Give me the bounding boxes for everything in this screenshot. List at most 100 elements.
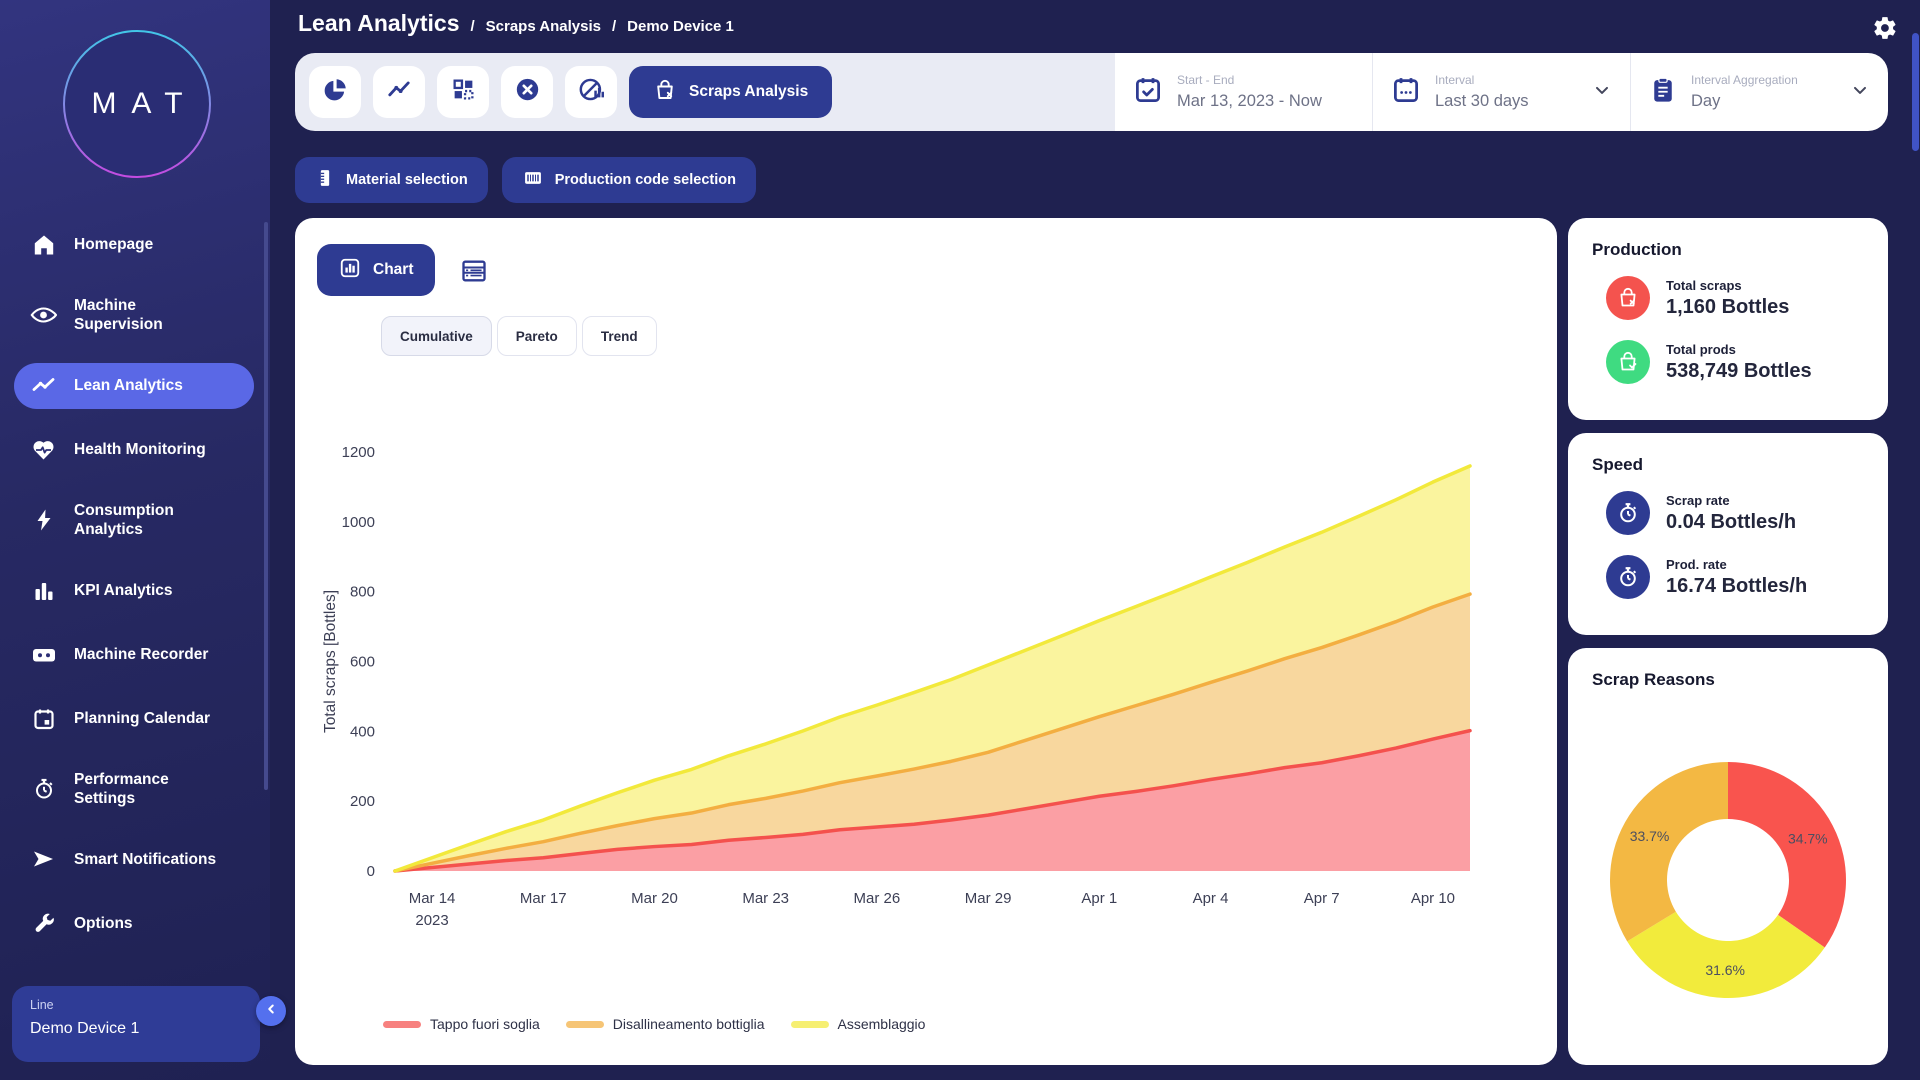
interval-aggregation-label: Interval Aggregation <box>1691 73 1798 87</box>
x-circle-icon <box>514 76 541 108</box>
svg-text:800: 800 <box>350 584 375 601</box>
speed-title: Speed <box>1592 455 1888 475</box>
svg-text:400: 400 <box>350 723 375 740</box>
legend-item[interactable]: Tappo fuori soglia <box>383 1016 540 1032</box>
svg-text:Apr 10: Apr 10 <box>1411 890 1455 907</box>
breadcrumb: Lean Analytics / Scraps Analysis / Demo … <box>298 10 734 37</box>
interval-control[interactable]: Interval Last 30 days <box>1372 53 1630 131</box>
analysis-nodata-button[interactable] <box>565 66 617 118</box>
tab-trend[interactable]: Trend <box>582 316 657 356</box>
calendar-icon <box>30 706 57 732</box>
scraps-analysis-button[interactable]: Scraps Analysis <box>629 66 832 118</box>
sidebar-item-consumption-analytics[interactable]: Consumption Analytics <box>14 491 254 550</box>
home-icon <box>30 232 57 258</box>
stopwatch-icon <box>1606 555 1650 599</box>
sidebar-item-machine-recorder[interactable]: Machine Recorder <box>14 632 254 678</box>
settings-gear-icon[interactable] <box>1872 15 1898 41</box>
analysis-grid-button[interactable] <box>437 66 489 118</box>
breadcrumb-scraps-analysis[interactable]: Scraps Analysis <box>486 18 601 35</box>
cassette-icon <box>30 642 57 668</box>
time-controls: Start - End Mar 13, 2023 - Now Interval … <box>1115 53 1888 131</box>
sidebar-item-planning-calendar[interactable]: Planning Calendar <box>14 696 254 742</box>
chart-button-label: Chart <box>373 261 413 279</box>
lightning-icon <box>30 507 57 533</box>
sidebar: MAT Homepage Machine Supervision Lean An… <box>0 0 270 1080</box>
trend-line-icon <box>30 373 57 399</box>
breadcrumb-separator: / <box>612 18 616 35</box>
calendar-check-icon <box>1133 75 1163 110</box>
legend-swatch <box>383 1021 421 1028</box>
clipboard-icon <box>1649 76 1677 109</box>
svg-text:Mar 20: Mar 20 <box>631 890 678 907</box>
cumulative-area-chart: 020040060080010001200Mar 142023Mar 17Mar… <box>315 368 1505 993</box>
device-selector-card[interactable]: Line Demo Device 1 <box>12 986 260 1062</box>
page-scrollbar[interactable] <box>1912 33 1919 151</box>
calendar-dots-icon <box>1391 75 1421 110</box>
sidebar-nav: Homepage Machine Supervision Lean Analyt… <box>0 222 270 964</box>
logo-text: MAT <box>76 87 197 121</box>
wrench-icon <box>30 910 57 936</box>
legend-item[interactable]: Assemblaggio <box>791 1016 926 1032</box>
interval-label: Interval <box>1435 73 1529 87</box>
analysis-pie-button[interactable] <box>309 66 361 118</box>
slashed-chart-icon <box>578 76 605 108</box>
bag-x-icon <box>653 78 677 107</box>
svg-text:200: 200 <box>350 793 375 810</box>
grid-icon <box>451 77 476 107</box>
device-line-label: Line <box>30 998 242 1012</box>
tab-pareto[interactable]: Pareto <box>497 316 577 356</box>
svg-text:Apr 1: Apr 1 <box>1081 890 1117 907</box>
start-end-control[interactable]: Start - End Mar 13, 2023 - Now <box>1115 53 1372 131</box>
svg-text:Mar 14: Mar 14 <box>409 890 456 907</box>
scrap-reasons-title: Scrap Reasons <box>1592 670 1888 690</box>
eye-icon <box>30 302 57 328</box>
svg-text:2023: 2023 <box>415 912 448 929</box>
send-icon <box>30 846 57 872</box>
sidebar-scrollbar[interactable] <box>264 222 268 790</box>
sidebar-item-homepage[interactable]: Homepage <box>14 222 254 268</box>
production-card: Production Total scraps 1,160 Bottles To… <box>1568 218 1888 420</box>
analysis-trend-button[interactable] <box>373 66 425 118</box>
barcode-icon <box>522 168 544 192</box>
start-end-value: Mar 13, 2023 - Now <box>1177 92 1322 111</box>
legend-swatch <box>791 1021 829 1028</box>
svg-text:0: 0 <box>367 863 375 880</box>
sidebar-item-options[interactable]: Options <box>14 900 254 946</box>
scrap-reasons-donut: 34.7%31.6%33.7% <box>1568 700 1888 1050</box>
sidebar-item-lean-analytics[interactable]: Lean Analytics <box>14 363 254 409</box>
stopwatch-icon <box>1606 491 1650 535</box>
analysis-type-buttons: Scraps Analysis <box>295 53 1115 131</box>
page-title: Lean Analytics <box>298 10 459 37</box>
total-scraps-stat: Total scraps 1,160 Bottles <box>1606 276 1888 320</box>
sidebar-item-kpi-analytics[interactable]: KPI Analytics <box>14 568 254 614</box>
analysis-toolbar: Scraps Analysis Start - End Mar 13, 2023… <box>295 53 1888 131</box>
breadcrumb-device[interactable]: Demo Device 1 <box>627 18 734 35</box>
svg-text:1200: 1200 <box>342 444 375 461</box>
legend-item[interactable]: Disallineamento bottiglia <box>566 1016 765 1032</box>
sidebar-item-machine-supervision[interactable]: Machine Supervision <box>14 286 254 345</box>
sidebar-collapse-button[interactable] <box>256 996 286 1026</box>
production-code-selection-button[interactable]: Production code selection <box>502 157 756 203</box>
svg-text:Mar 26: Mar 26 <box>854 890 901 907</box>
sidebar-item-smart-notifications[interactable]: Smart Notifications <box>14 836 254 882</box>
analysis-stops-button[interactable] <box>501 66 553 118</box>
svg-text:Total scraps [Bottles]: Total scraps [Bottles] <box>322 590 339 733</box>
bag-check-icon <box>1606 340 1650 384</box>
material-selection-button[interactable]: Material selection <box>295 157 488 203</box>
svg-text:1000: 1000 <box>342 514 375 531</box>
tab-cumulative[interactable]: Cumulative <box>381 316 492 356</box>
scraps-analysis-label: Scraps Analysis <box>689 83 808 101</box>
interval-aggregation-control[interactable]: Interval Aggregation Day <box>1630 53 1888 131</box>
chevron-down-icon <box>1592 80 1612 105</box>
svg-text:600: 600 <box>350 654 375 671</box>
sidebar-item-health-monitoring[interactable]: Health Monitoring <box>14 427 254 473</box>
sidebar-item-performance-settings[interactable]: Performance Settings <box>14 760 254 819</box>
speed-card: Speed Scrap rate 0.04 Bottles/h Prod. ra… <box>1568 433 1888 635</box>
chart-box-icon <box>339 257 361 284</box>
interval-value: Last 30 days <box>1435 92 1529 111</box>
chart-view-button[interactable]: Chart <box>317 244 435 296</box>
table-view-button[interactable] <box>460 257 488 285</box>
material-selection-label: Material selection <box>346 172 468 188</box>
chart-legend: Tappo fuori soglia Disallineamento botti… <box>383 1016 925 1032</box>
scrap-rate-stat: Scrap rate 0.04 Bottles/h <box>1606 491 1888 535</box>
